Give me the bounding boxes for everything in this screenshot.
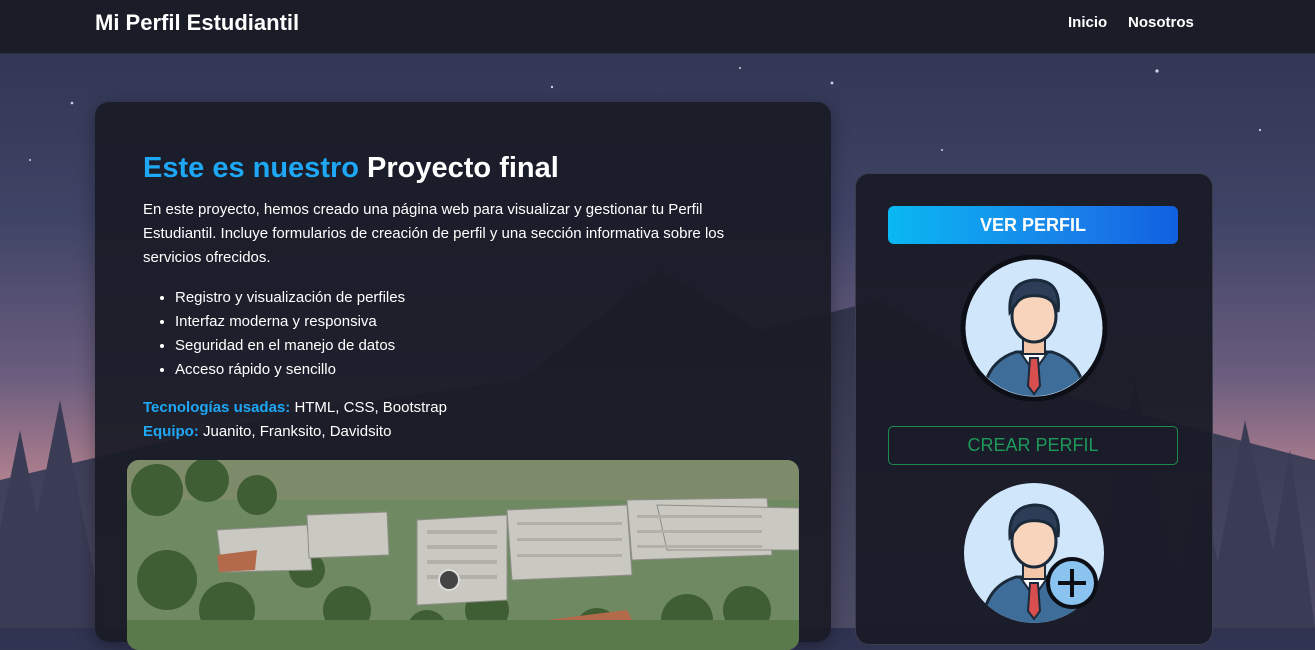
user-suit-icon — [960, 254, 1108, 407]
brand-logo[interactable]: Mi Perfil Estudiantil — [95, 10, 299, 36]
create-profile-button[interactable]: CREAR PERFIL — [888, 426, 1178, 465]
user-add-icon — [960, 479, 1108, 632]
nav-link-inicio[interactable]: Inicio — [1068, 14, 1107, 31]
feature-list: Registro y visualización de perfiles Int… — [143, 286, 405, 382]
technologies-label: Tecnologías usadas: — [143, 399, 291, 416]
technologies-value: HTML, CSS, Bootstrap — [294, 399, 447, 416]
team-line: Equipo: Juanito, Franksito, Davidsito — [143, 423, 391, 440]
team-value: Juanito, Franksito, Davidsito — [203, 423, 392, 440]
page-title: Este es nuestro Proyecto final — [143, 152, 559, 185]
title-accent: Este es nuestro — [143, 152, 359, 184]
list-item: Acceso rápido y sencillo — [175, 358, 405, 382]
project-description: En este proyecto, hemos creado una págin… — [143, 201, 725, 266]
profile-actions-card: VER PERFIL CREAR PERFIL — [855, 173, 1213, 645]
view-profile-button[interactable]: VER PERFIL — [888, 206, 1178, 244]
team-label: Equipo: — [143, 423, 199, 440]
list-item: Interfaz moderna y responsiva — [175, 310, 405, 334]
title-main: Proyecto final — [367, 152, 559, 184]
list-item: Registro y visualización de perfiles — [175, 286, 405, 310]
project-info-card: Este es nuestro Proyecto final En este p… — [95, 102, 831, 650]
campus-photo — [127, 460, 799, 650]
navbar: Mi Perfil Estudiantil Inicio Nosotros — [0, 0, 1315, 54]
technologies-line: Tecnologías usadas: HTML, CSS, Bootstrap — [143, 399, 447, 416]
moon-icon — [620, 50, 668, 100]
nav-link-nosotros[interactable]: Nosotros — [1128, 14, 1194, 31]
list-item: Seguridad en el manejo de datos — [175, 334, 405, 358]
